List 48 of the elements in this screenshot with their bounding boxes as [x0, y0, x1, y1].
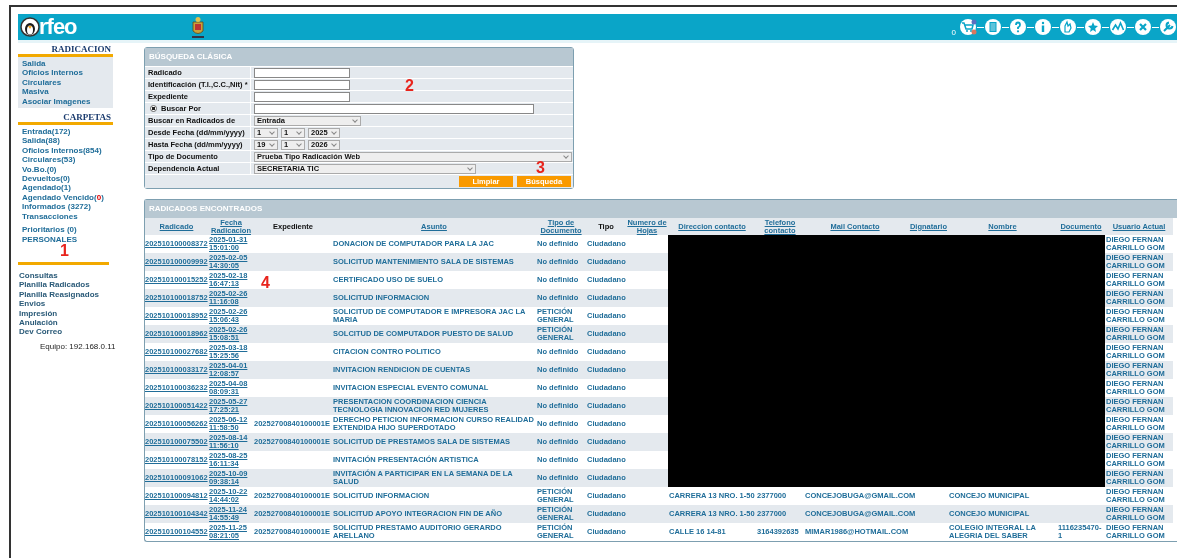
menu-link[interactable]: Envios	[19, 299, 140, 309]
menu-link[interactable]: Circulares	[22, 77, 110, 88]
annotation-number: 2	[405, 78, 414, 94]
cart-count: 0	[951, 27, 956, 37]
menu-link[interactable]: Asociar Imagenes	[22, 96, 110, 107]
menu-link[interactable]: Consultas	[19, 270, 140, 281]
help-icon[interactable]	[1009, 18, 1027, 36]
panel-title: BÚSQUEDA CLÁSICA	[145, 48, 573, 66]
menu-link[interactable]: Impresión	[19, 308, 140, 318]
folder-link[interactable]: Oficios Internos(854)	[22, 145, 140, 156]
folder-link[interactable]: Agendado Vencido(0)	[22, 192, 140, 203]
list-icon[interactable]	[984, 18, 1002, 36]
close-icon[interactable]	[1134, 18, 1152, 36]
menu-link[interactable]: Planilla Reasignados	[19, 289, 140, 300]
menu-link[interactable]: Anulación	[19, 317, 140, 328]
host-info: Equipo: 192.168.0.11	[39, 340, 117, 351]
menu-link[interactable]: Masiva	[22, 87, 110, 97]
folder-link[interactable]: Salida(88)	[22, 136, 140, 146]
radio-button[interactable]	[150, 105, 157, 112]
info-icon[interactable]	[1034, 18, 1052, 36]
folder-link[interactable]: Transacciones	[22, 211, 140, 222]
folder-link[interactable]: Agendado(1)	[22, 183, 140, 193]
folder-link[interactable]: PERSONALES	[22, 234, 140, 244]
penguin-icon	[20, 17, 40, 37]
menu-link[interactable]: Dev Correo	[19, 327, 140, 337]
menu-link[interactable]: Oficios Internos	[22, 68, 110, 78]
text-field[interactable]	[254, 91, 350, 102]
section-title: CARPETAS	[18, 111, 113, 126]
logo-text: rfeo	[39, 16, 77, 38]
wrench-icon[interactable]	[1159, 18, 1177, 36]
text-field[interactable]	[254, 79, 350, 90]
coat-of-arms-icon	[190, 16, 206, 40]
hand-icon[interactable]	[1059, 18, 1077, 36]
annotation-number: 1	[60, 243, 69, 259]
folder-link[interactable]: Prioritarios (0)	[22, 225, 140, 235]
menu-link[interactable]: Salida	[22, 59, 110, 69]
folder-link[interactable]: Circulares(53)	[22, 155, 140, 165]
folder-link[interactable]: Entrada(172)	[22, 127, 140, 137]
folder-link[interactable]: Vo.Bo.(0)	[22, 164, 140, 175]
annotation-number: 4	[261, 275, 270, 291]
text-field[interactable]	[254, 67, 350, 78]
annotation-number: 3	[536, 160, 545, 176]
menu-link[interactable]: Planilla Radicados	[19, 280, 140, 290]
folder-link[interactable]: Devueltos(0)	[22, 174, 140, 184]
chart-icon[interactable]	[1109, 18, 1127, 36]
folder-link[interactable]: Informados (3272)	[22, 202, 140, 212]
cart-icon[interactable]	[959, 18, 977, 36]
panel-title: RADICADOS ENCONTRADOS	[145, 200, 1177, 218]
